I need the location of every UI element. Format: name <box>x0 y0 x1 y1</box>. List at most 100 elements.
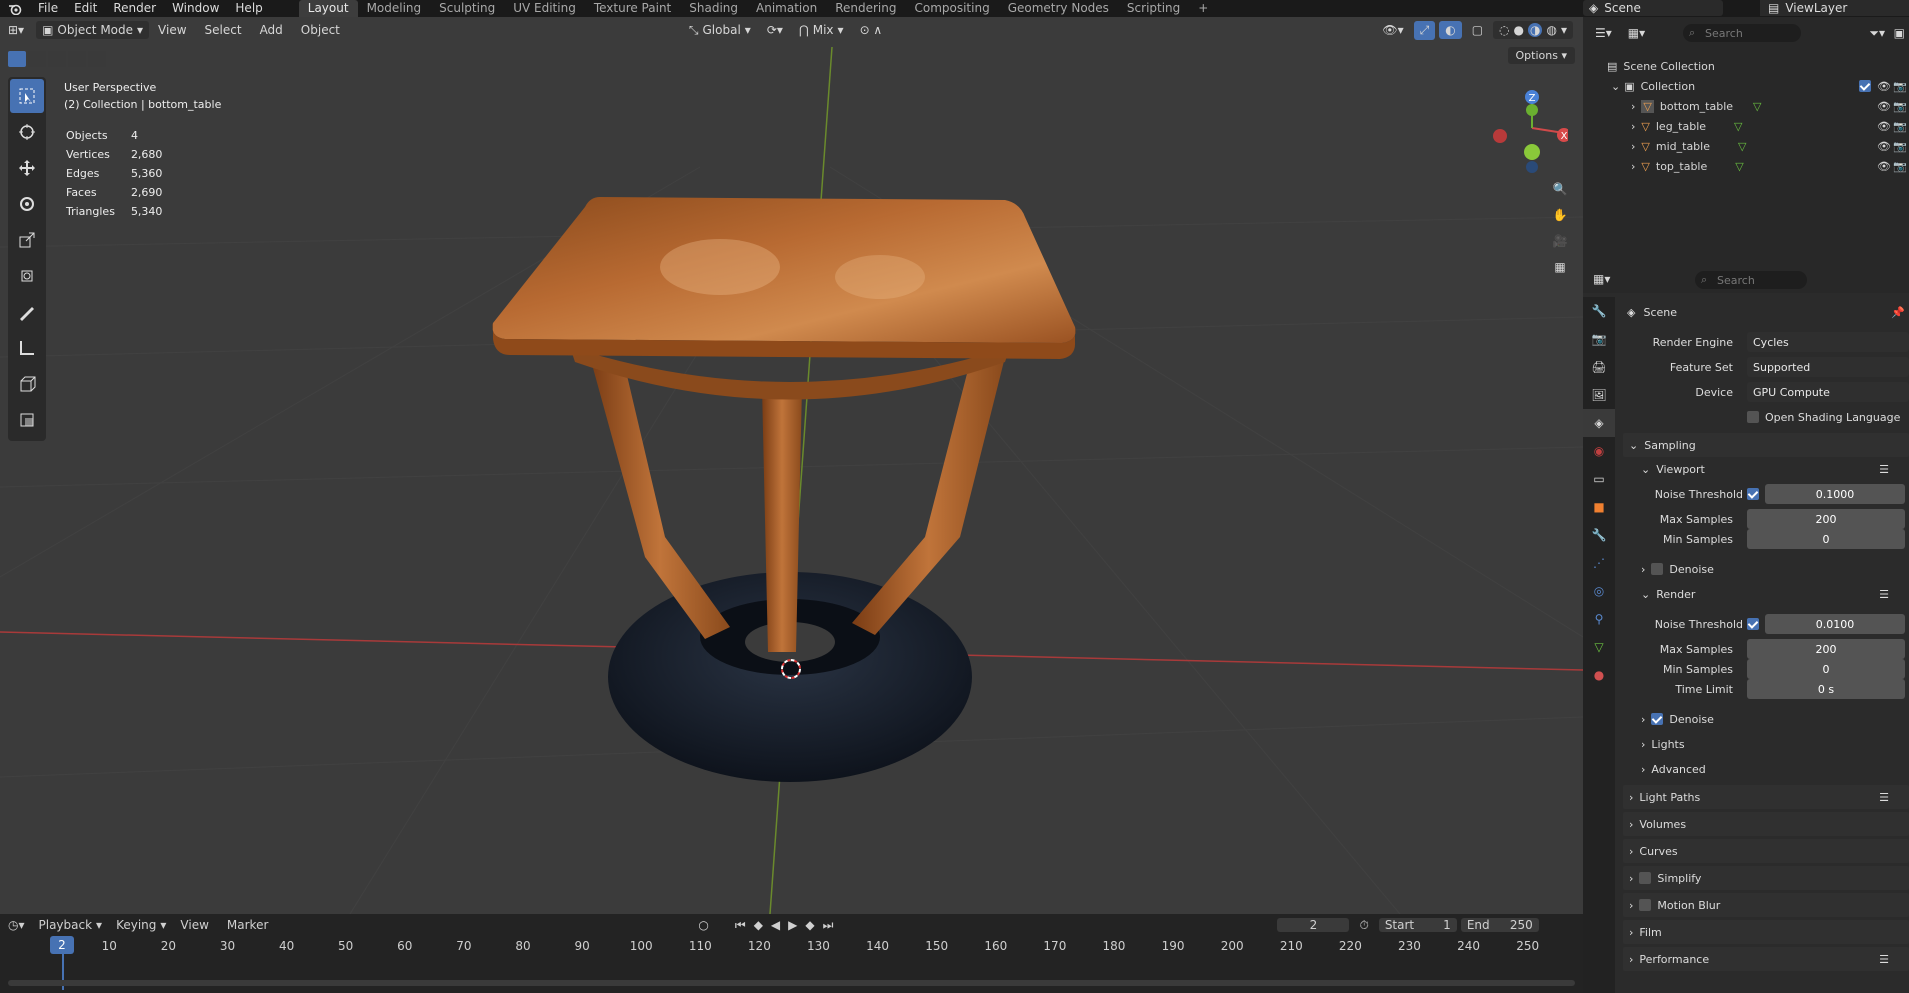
vp-min-samples-field[interactable]: 0 <box>1747 529 1905 549</box>
select-subtract-icon[interactable] <box>48 51 66 67</box>
wireframe-shading-icon[interactable]: ◌ <box>1499 23 1509 37</box>
gizmo-toggle[interactable]: ⤢ <box>1413 20 1436 40</box>
tab-modeling[interactable]: Modeling <box>358 0 431 17</box>
tab-scripting[interactable]: Scripting <box>1118 0 1189 17</box>
vp-max-samples-field[interactable]: 200 <box>1747 509 1905 529</box>
motion-blur-panel-header[interactable]: › Motion Blur <box>1623 893 1909 917</box>
visibility-dropdown[interactable]: 👁▾ <box>1376 21 1409 39</box>
tab-uv-editing[interactable]: UV Editing <box>504 0 585 17</box>
tab-texture-paint[interactable]: Texture Paint <box>585 0 680 17</box>
menu-edit[interactable]: Edit <box>66 0 105 17</box>
ortho-grid-icon[interactable]: ▦ <box>1548 255 1572 279</box>
chevron-right-icon[interactable]: › <box>1631 160 1635 173</box>
menu-view[interactable]: View <box>180 918 208 932</box>
jump-end-icon[interactable]: ⏭ <box>823 918 834 933</box>
xray-toggle[interactable]: ▢ <box>1466 21 1489 39</box>
object-tab-icon[interactable]: ■ <box>1583 493 1615 521</box>
timeline-scrollbar[interactable] <box>8 980 1575 986</box>
menu-file[interactable]: File <box>30 0 66 17</box>
shading-modes[interactable]: ◌ ● ◑ ◍ ▾ <box>1493 21 1573 39</box>
menu-playback[interactable]: Playback <box>39 918 93 932</box>
rotate-tool-icon[interactable] <box>10 187 44 221</box>
sampling-panel-header[interactable]: ⌄ Sampling <box>1623 433 1909 457</box>
r-min-samples-field[interactable]: 0 <box>1747 659 1905 679</box>
pivot-dropdown[interactable]: ⟳▾ <box>761 21 789 39</box>
lights-subpanel-header[interactable]: › Lights <box>1623 733 1909 755</box>
editor-type-icon[interactable]: ⊞▾ <box>0 23 32 37</box>
cursor-tool-icon[interactable] <box>10 115 44 149</box>
advanced-subpanel-header[interactable]: › Advanced <box>1623 758 1909 780</box>
world-tab-icon[interactable]: ◉ <box>1583 437 1615 465</box>
vp-noise-threshold-checkbox[interactable] <box>1747 488 1759 500</box>
navigation-gizmo[interactable]: Z X <box>1488 85 1568 175</box>
select-invert-icon[interactable] <box>68 51 86 67</box>
scene-collection-row[interactable]: ▤ Scene Collection <box>1583 56 1909 76</box>
annotate-tool-icon[interactable] <box>10 295 44 329</box>
snap-dropdown[interactable]: ⋂ Mix ▾ <box>793 21 850 39</box>
chevron-right-icon[interactable]: › <box>1631 100 1635 113</box>
playhead-frame-badge[interactable]: 2 <box>50 936 74 954</box>
tab-geometry-nodes[interactable]: Geometry Nodes <box>999 0 1118 17</box>
outliner-object-row[interactable]: › ▽ top_table ▽ 👁 📷 <box>1583 156 1909 176</box>
chevron-right-icon[interactable]: › <box>1631 140 1635 153</box>
eye-icon[interactable]: 👁 <box>1877 100 1891 113</box>
camera-icon[interactable]: 📷 <box>1893 160 1907 173</box>
light-paths-panel-header[interactable]: › Light Paths ☰ <box>1623 785 1909 809</box>
presets-list-icon[interactable]: ☰ <box>1879 791 1889 804</box>
exclude-checkbox[interactable] <box>1859 80 1871 92</box>
chevron-right-icon[interactable]: › <box>1631 120 1635 133</box>
pan-hand-icon[interactable]: ✋ <box>1548 203 1572 227</box>
view-layer-selector[interactable]: ▤ ViewLayer <box>1760 0 1909 16</box>
r-denoise-row[interactable]: › Denoise <box>1623 708 1909 730</box>
r-max-samples-field[interactable]: 200 <box>1747 639 1905 659</box>
object-name[interactable]: mid_table <box>1656 140 1710 153</box>
tab-sculpting[interactable]: Sculpting <box>430 0 504 17</box>
rendered-shading-icon[interactable]: ◍ <box>1546 23 1556 37</box>
r-noise-threshold-checkbox[interactable] <box>1747 618 1759 630</box>
output-tab-icon[interactable]: 🖨 <box>1583 353 1615 381</box>
vp-denoise-row[interactable]: › Denoise <box>1623 558 1909 580</box>
tab-animation[interactable]: Animation <box>747 0 826 17</box>
scale-tool-icon[interactable] <box>10 223 44 257</box>
select-extend-icon[interactable] <box>28 51 46 67</box>
time-limit-field[interactable]: 0 s <box>1747 679 1905 699</box>
menu-window[interactable]: Window <box>164 0 227 17</box>
add-cube-tool-icon[interactable] <box>10 367 44 401</box>
object-name[interactable]: leg_table <box>1656 120 1706 133</box>
camera-view-icon[interactable]: 🎥 <box>1548 229 1572 253</box>
measure-tool-icon[interactable] <box>10 331 44 365</box>
render-subpanel-header[interactable]: ⌄ Render ☰ <box>1623 583 1909 605</box>
scene-tab-icon[interactable]: ◈ <box>1583 409 1615 437</box>
vp-denoise-checkbox[interactable] <box>1651 563 1664 575</box>
blender-logo-icon[interactable] <box>0 3 30 15</box>
constraints-tab-icon[interactable]: ⚲ <box>1583 605 1615 633</box>
timeline-editor[interactable]: ◷▾ Playback ▾ Keying ▾ View Marker ○ ⏮ ◆ ◀… <box>0 914 1583 993</box>
eye-icon[interactable]: 👁 <box>1877 160 1891 173</box>
r-noise-threshold-field[interactable]: 0.0100 <box>1765 614 1905 634</box>
new-collection-icon[interactable]: ▣ <box>1894 26 1905 40</box>
jump-start-icon[interactable]: ⏮ <box>735 918 746 933</box>
move-tool-icon[interactable] <box>10 151 44 185</box>
3d-viewport[interactable]: ⊞▾ ▣ Object Mode ▾ View Select Add Objec… <box>0 17 1583 914</box>
feature-set-dropdown[interactable]: Supported <box>1747 357 1909 377</box>
osl-checkbox[interactable] <box>1747 411 1759 423</box>
eye-icon[interactable]: 👁 <box>1877 120 1891 133</box>
render-tab-icon[interactable]: 📷 <box>1583 325 1615 353</box>
prev-keyframe-icon[interactable]: ◆ <box>754 918 763 932</box>
tab-compositing[interactable]: Compositing <box>905 0 998 17</box>
menu-select[interactable]: Select <box>196 23 251 37</box>
r-denoise-checkbox[interactable] <box>1651 713 1664 725</box>
material-shading-icon[interactable]: ◑ <box>1528 23 1543 37</box>
current-frame-field[interactable]: 2 <box>1277 918 1350 932</box>
editor-type-icon[interactable]: ☰▾ <box>1595 26 1612 40</box>
presets-list-icon[interactable]: ☰ <box>1879 953 1889 966</box>
object-name[interactable]: top_table <box>1656 160 1707 173</box>
material-tab-icon[interactable]: ● <box>1583 661 1615 689</box>
auto-key-icon[interactable]: ○ <box>698 918 708 932</box>
tab-layout[interactable]: Layout <box>298 0 358 17</box>
film-panel-header[interactable]: › Film <box>1623 920 1909 944</box>
extrude-tool-icon[interactable] <box>10 403 44 437</box>
filter-icon[interactable]: ⏷▾ <box>1869 26 1885 41</box>
motion-blur-checkbox[interactable] <box>1639 899 1652 911</box>
performance-panel-header[interactable]: › Performance ☰ <box>1623 947 1909 971</box>
